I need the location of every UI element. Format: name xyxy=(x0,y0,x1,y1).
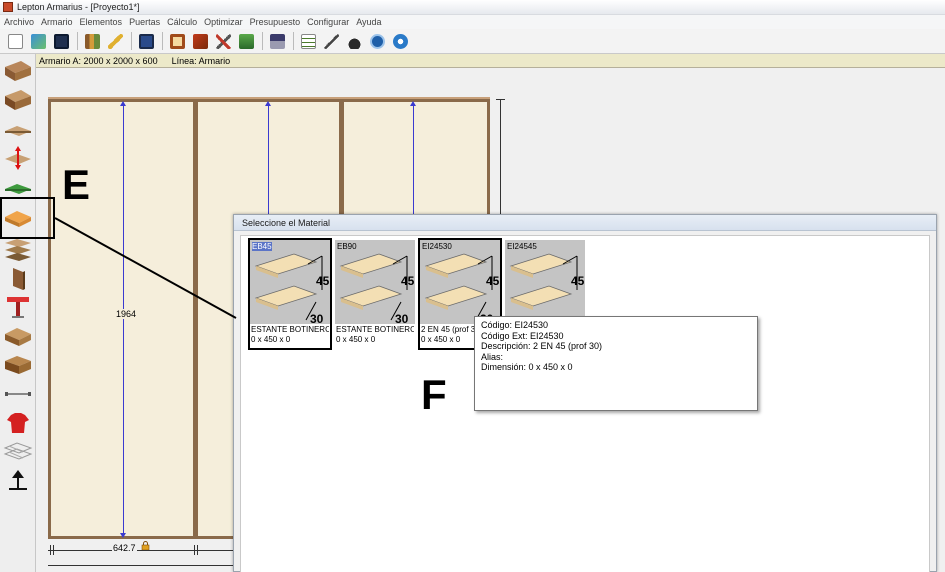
frame-icon[interactable] xyxy=(168,32,187,51)
material-tooltip: Código: EI24530 Código Ext: EI24530 Desc… xyxy=(474,316,758,411)
menu-puertas[interactable]: Puertas xyxy=(129,17,160,27)
wardrobe-icon[interactable] xyxy=(83,32,102,51)
open-file-icon[interactable] xyxy=(29,32,48,51)
material-code: EB90 xyxy=(337,242,357,251)
tooltip-codigo-ext: Código Ext: EI24530 xyxy=(481,330,564,341)
callout-label-f: F xyxy=(421,371,447,418)
linea-info: Línea: Armario xyxy=(171,55,231,66)
menu-armario[interactable]: Armario xyxy=(41,17,73,27)
material-caption: ESTANTE BOTINERO 0 x 450 x 0 xyxy=(335,324,415,348)
pencil-icon[interactable] xyxy=(322,32,341,51)
rule-tick xyxy=(197,545,198,555)
menu-ayuda[interactable]: Ayuda xyxy=(356,17,381,27)
material-name: ESTANTE BOTINERO xyxy=(251,325,329,334)
callout-e-highlight xyxy=(0,197,55,239)
dialog-title: Seleccione el Material xyxy=(234,215,936,231)
shelf-icon[interactable] xyxy=(2,116,34,142)
wardrobe-divider[interactable] xyxy=(193,102,198,536)
dimension-arrow-icon xyxy=(265,101,271,106)
toolbar-separator xyxy=(131,32,132,50)
tooltip-codigo: Código: EI24530 xyxy=(481,320,549,330)
menu-archivo[interactable]: Archivo xyxy=(4,17,34,27)
tooltip-alias: Alias: xyxy=(481,351,504,362)
dimension-arrow-icon xyxy=(120,101,126,106)
compartment-dimension-line xyxy=(268,103,269,215)
width-rule-secondary xyxy=(48,565,238,566)
armario-info: Armario A: 2000 x 2000 x 600 xyxy=(39,55,158,66)
width-rule xyxy=(48,550,238,551)
menu-bar: Archivo Armario Elementos Puertas Cálcul… xyxy=(0,15,945,29)
shoe-rack-icon[interactable] xyxy=(2,439,34,465)
drawer-open-icon[interactable] xyxy=(2,352,34,378)
save-icon[interactable] xyxy=(52,32,71,51)
shelf-move-icon[interactable] xyxy=(2,145,34,171)
bar-icon[interactable] xyxy=(2,381,34,407)
compartment-dimension-line xyxy=(413,103,414,215)
menu-presupuesto[interactable]: Presupuesto xyxy=(250,17,301,27)
material-tile[interactable]: EB45 45 30 ESTANTE BOTINERO 0 x 450 x 0 xyxy=(248,238,332,350)
material-caption: ESTANTE BOTINERO 0 x 450 x 0 xyxy=(250,324,330,348)
list-icon[interactable] xyxy=(299,32,318,51)
app-icon xyxy=(3,2,13,12)
dimension-arrow-icon xyxy=(410,101,416,106)
hat-icon[interactable] xyxy=(345,32,364,51)
width-dimension-label: 642.7 xyxy=(112,543,137,553)
depth-number: 45 xyxy=(401,274,415,288)
material-dimension: 0 x 450 x 0 xyxy=(336,335,376,344)
material-code: EB45 xyxy=(252,242,272,251)
height-dimension-label: 1964 xyxy=(114,309,139,319)
material-name: ESTANTE BOTINERO xyxy=(336,325,414,334)
callout-label-e: E xyxy=(62,161,91,208)
toolbar-separator xyxy=(162,32,163,50)
side-panel-icon[interactable] xyxy=(2,265,34,291)
menu-optimizar[interactable]: Optimizar xyxy=(204,17,243,27)
tooltip-dimension: Dimensión: 0 x 450 x 0 xyxy=(481,362,573,372)
menu-elementos[interactable]: Elementos xyxy=(80,17,123,27)
parts-icon[interactable] xyxy=(191,32,210,51)
element-toolbar xyxy=(0,54,36,572)
lock-icon[interactable] xyxy=(141,541,150,551)
shelf-stack-icon[interactable] xyxy=(2,236,34,262)
main-toolbar xyxy=(0,29,945,54)
rule-tick xyxy=(50,545,51,555)
title-bar: Lepton Armarius - [Proyecto1*] xyxy=(0,0,945,15)
toolbar-separator xyxy=(293,32,294,50)
drawer-icon[interactable] xyxy=(2,323,34,349)
dimension-arrow-icon xyxy=(120,533,126,538)
new-file-icon[interactable] xyxy=(6,32,25,51)
tooltip-descripcion: Descripción: 2 EN 45 (prof 30) xyxy=(481,341,603,351)
toolbar-separator xyxy=(77,32,78,50)
height-dimension-line xyxy=(123,103,124,535)
shirt-icon[interactable] xyxy=(2,410,34,436)
info-bar: Armario A: 2000 x 2000 x 600 Línea: Arma… xyxy=(36,54,945,68)
package-icon[interactable] xyxy=(237,32,256,51)
menu-calculo[interactable]: Cálculo xyxy=(167,17,197,27)
rule-tick xyxy=(496,99,505,100)
refresh-icon[interactable] xyxy=(368,32,387,51)
box-icon[interactable] xyxy=(2,58,34,84)
depth-number: 45 xyxy=(316,274,330,288)
material-dimension: 0 x 450 x 0 xyxy=(251,335,291,344)
rule-tick xyxy=(53,545,54,555)
material-tile[interactable]: EB90 45 30 ESTANTE BOTINERO 0 x 450 x 0 xyxy=(335,240,415,348)
window-title: Lepton Armarius - [Proyecto1*] xyxy=(17,2,140,12)
toolbar-separator xyxy=(262,32,263,50)
monitor-icon[interactable] xyxy=(137,32,156,51)
help-icon[interactable] xyxy=(391,32,410,51)
measure-icon[interactable] xyxy=(106,32,125,51)
depth-number: 45 xyxy=(571,274,585,288)
material-code: EI24545 xyxy=(507,242,537,251)
depth-number: 45 xyxy=(486,274,500,288)
menu-configurar[interactable]: Configurar xyxy=(307,17,349,27)
material-code: EI24530 xyxy=(422,242,452,251)
box-open-icon[interactable] xyxy=(2,87,34,113)
hanger-rail-icon[interactable] xyxy=(2,294,34,320)
lift-icon[interactable] xyxy=(2,468,34,494)
tools-icon[interactable] xyxy=(214,32,233,51)
print-icon[interactable] xyxy=(268,32,287,51)
rule-tick xyxy=(194,545,195,555)
